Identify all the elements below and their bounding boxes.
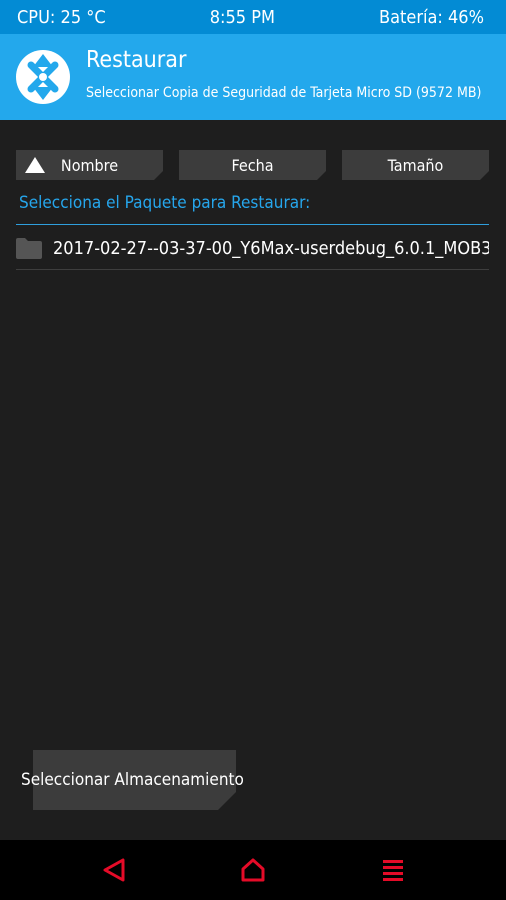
header: Restaurar Seleccionar Copia de Seguridad… — [0, 34, 506, 120]
back-button[interactable] — [98, 854, 130, 886]
sort-by-name-button[interactable]: Nombre — [16, 150, 163, 180]
select-storage-label: Seleccionar Almacenamiento — [21, 770, 244, 790]
status-bar: CPU: 25 °C 8:55 PM Batería: 46% — [0, 0, 506, 34]
list-heading: Selecciona el Paquete para Restaurar: — [19, 193, 311, 213]
cpu-temperature: CPU: 25 °C — [17, 6, 106, 28]
sort-by-name-label: Nombre — [60, 155, 119, 175]
navigation-bar — [0, 840, 506, 900]
twrp-logo-icon — [16, 50, 70, 104]
back-icon — [103, 858, 125, 882]
battery-level: Batería: 46% — [378, 6, 484, 28]
menu-icon — [383, 860, 403, 881]
sort-by-size-label: Tamaño — [387, 155, 444, 175]
heading-divider — [16, 224, 489, 225]
clock: 8:55 PM — [209, 6, 275, 28]
backup-list[interactable]: 2017-02-27--03-37-00_Y6Max-userdebug_6.0… — [16, 230, 489, 272]
sort-by-size-button[interactable]: Tamaño — [342, 150, 489, 180]
home-button[interactable] — [237, 854, 269, 886]
folder-icon — [16, 238, 42, 259]
home-icon — [241, 858, 265, 882]
page-title: Restaurar — [86, 47, 187, 73]
sort-by-date-button[interactable]: Fecha — [179, 150, 326, 180]
page-subtitle: Seleccionar Copia de Seguridad de Tarjet… — [86, 85, 482, 101]
menu-button[interactable] — [377, 854, 409, 886]
triangle-up-icon — [25, 157, 45, 173]
sort-by-date-label: Fecha — [231, 155, 274, 175]
list-item[interactable]: 2017-02-27--03-37-00_Y6Max-userdebug_6.0… — [16, 230, 489, 270]
backup-name: 2017-02-27--03-37-00_Y6Max-userdebug_6.0… — [53, 238, 489, 259]
